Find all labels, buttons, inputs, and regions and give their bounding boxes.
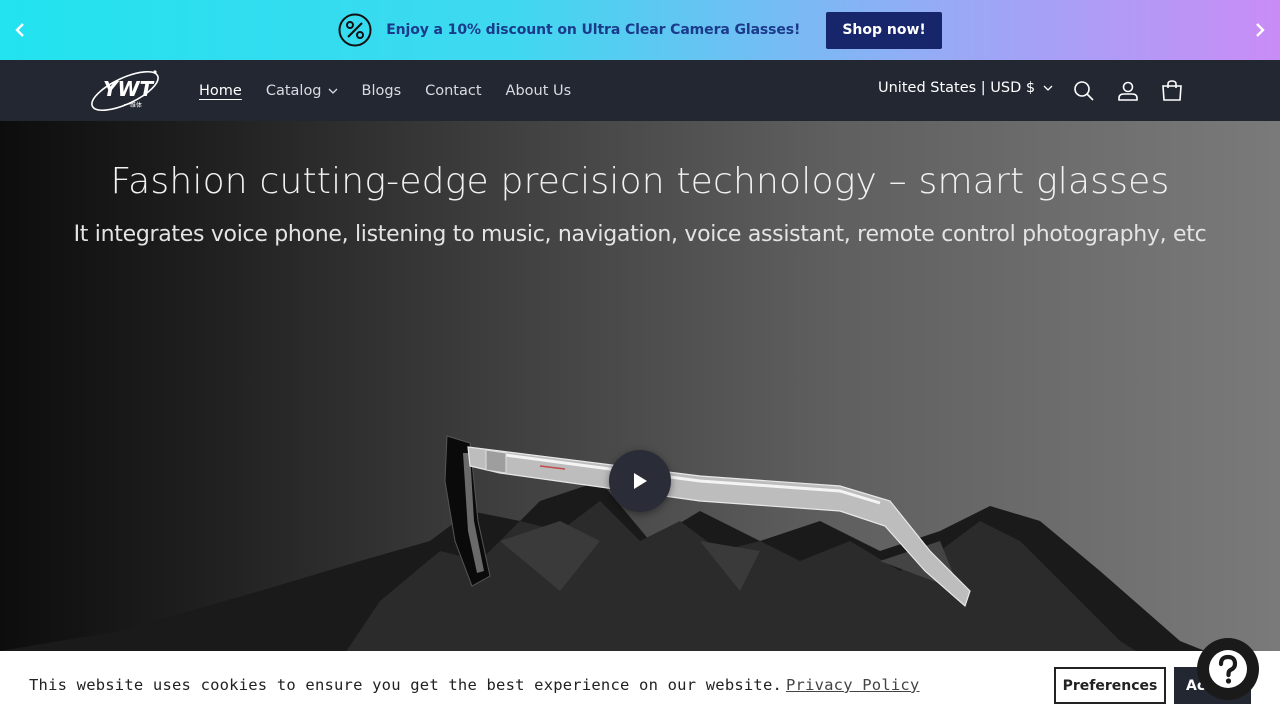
announcement-bar: Enjoy a 10% discount on Ultra Clear Came… <box>0 0 1280 60</box>
play-video-button[interactable] <box>609 450 671 512</box>
cookie-message-text: This website uses cookies to ensure you … <box>29 676 783 694</box>
nav-home[interactable]: Home <box>199 83 242 99</box>
hero-banner: Fashion cutting-edge precision technolog… <box>0 121 1280 720</box>
preferences-button[interactable]: Preferences <box>1054 667 1166 704</box>
country-currency-selector[interactable]: United States | USD $ <box>878 80 1053 96</box>
previous-announcement-button[interactable] <box>8 18 32 42</box>
nav-catalog-label: Catalog <box>265 82 322 99</box>
percent-badge-icon <box>338 13 372 47</box>
next-announcement-button[interactable] <box>1248 18 1272 42</box>
chevron-right-icon <box>1256 23 1265 37</box>
shop-now-button[interactable]: Shop now! <box>826 11 942 49</box>
announcement-content: Enjoy a 10% discount on Ultra Clear Came… <box>338 11 942 49</box>
country-currency-label: United States | USD $ <box>878 80 1036 96</box>
privacy-policy-link[interactable]: Privacy Policy <box>786 676 919 694</box>
logo-text: YWT <box>103 77 155 101</box>
nav-about-us[interactable]: About Us <box>506 83 572 99</box>
help-chat-button[interactable] <box>1197 638 1259 700</box>
ywt-logo[interactable]: YWT 一维体 <box>89 66 161 116</box>
site-header: YWT 一维体 Home Catalog Blogs Contact About… <box>0 60 1280 121</box>
smart-glasses-product-image <box>0 435 1280 720</box>
nav-catalog[interactable]: Catalog <box>266 83 338 99</box>
cart-icon[interactable] <box>1160 79 1184 103</box>
announcement-text: Enjoy a 10% discount on Ultra Clear Came… <box>386 22 801 38</box>
play-icon <box>634 473 647 489</box>
cookie-message: This website uses cookies to ensure you … <box>29 676 919 694</box>
chevron-down-icon <box>328 88 337 94</box>
account-icon[interactable] <box>1116 79 1140 103</box>
search-icon[interactable] <box>1072 79 1096 103</box>
logo-subtext: 一维体 <box>124 101 142 109</box>
hero-title: Fashion cutting-edge precision technolog… <box>110 161 1170 202</box>
hero-subtitle: It integrates voice phone, listening to … <box>73 222 1207 247</box>
main-navigation: Home Catalog Blogs Contact About Us <box>199 60 595 121</box>
nav-blogs[interactable]: Blogs <box>362 83 402 99</box>
question-mark-icon <box>1209 650 1247 688</box>
chevron-down-icon <box>1043 85 1053 91</box>
chevron-left-icon <box>15 23 24 37</box>
nav-contact[interactable]: Contact <box>425 83 481 99</box>
cookie-consent-bar: This website uses cookies to ensure you … <box>0 651 1280 720</box>
